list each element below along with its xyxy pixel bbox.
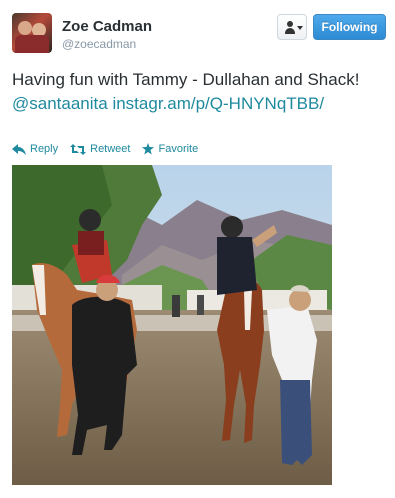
favorite-label: Favorite bbox=[158, 143, 199, 155]
url-link[interactable]: instagr.am/p/Q-HNYNqTBB/ bbox=[112, 94, 324, 113]
user-name[interactable]: Zoe Cadman bbox=[62, 18, 152, 35]
reply-icon bbox=[12, 143, 26, 155]
mention-link[interactable]: @santaanita bbox=[12, 94, 108, 113]
avatar[interactable] bbox=[12, 13, 52, 53]
tweet-text: Having fun with Tammy - Dullahan and Sha… bbox=[12, 68, 372, 116]
tweet-actions: Reply Retweet Favorite bbox=[12, 141, 210, 157]
reply-action[interactable]: Reply bbox=[12, 143, 58, 155]
user-handle[interactable]: @zoecadman bbox=[62, 37, 136, 51]
photo-image bbox=[12, 165, 332, 485]
retweet-icon bbox=[70, 143, 87, 155]
avatar-figure bbox=[18, 21, 32, 35]
star-icon bbox=[142, 143, 155, 155]
retweet-label: Retweet bbox=[90, 143, 131, 155]
avatar-figure bbox=[15, 35, 49, 53]
tweet-text-body: Having fun with Tammy - Dullahan and Sha… bbox=[12, 70, 360, 89]
retweet-action[interactable]: Retweet bbox=[70, 143, 130, 155]
user-icon bbox=[287, 21, 293, 27]
tweet-photo[interactable] bbox=[12, 165, 332, 485]
reply-label: Reply bbox=[30, 143, 59, 155]
user-icon bbox=[285, 28, 295, 34]
caret-down-icon bbox=[297, 26, 303, 30]
following-button[interactable]: Following bbox=[313, 14, 386, 40]
user-actions-button[interactable] bbox=[277, 14, 307, 40]
favorite-action[interactable]: Favorite bbox=[142, 143, 198, 155]
